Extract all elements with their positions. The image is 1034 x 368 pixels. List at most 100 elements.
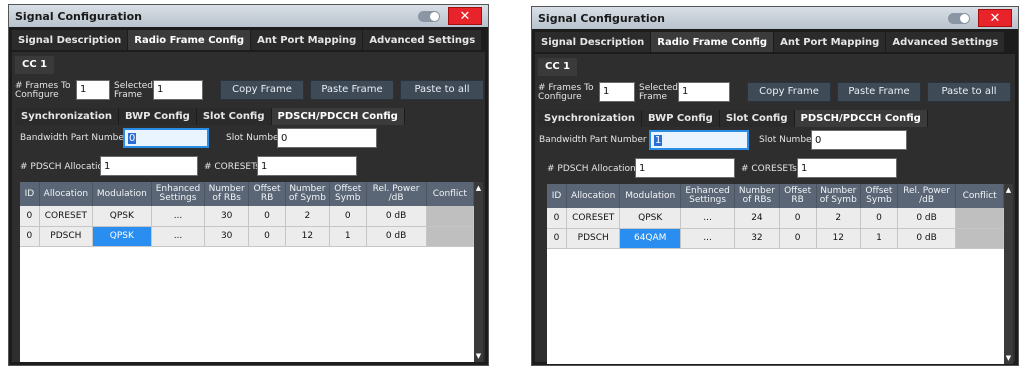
cell-modulation[interactable]: QPSK — [619, 208, 682, 229]
pdsch-allocations-input[interactable]: 1 — [100, 156, 198, 176]
col-modulation: Modulation — [619, 184, 682, 208]
col-offset-symb: Offset Symb — [329, 182, 367, 206]
table-row[interactable]: 0 PDSCH 64QAM ... 32 0 12 1 0 dB — [547, 228, 1004, 249]
coresets-input[interactable]: 1 — [797, 158, 897, 178]
col-offset-rb: Offset RB — [248, 182, 286, 206]
cell-offset-symb[interactable]: 0 — [860, 208, 898, 229]
cell-allocation[interactable]: CORESET — [39, 206, 93, 227]
tab-cc1[interactable]: CC 1 — [538, 57, 578, 76]
bwp-number-input[interactable]: 1 — [649, 130, 749, 150]
tab-signal-description[interactable]: Signal Description — [12, 30, 129, 50]
cell-allocation[interactable]: CORESET — [566, 208, 621, 229]
tab-slot-config[interactable]: Slot Config — [719, 110, 795, 127]
slot-number-input[interactable]: 0 — [811, 130, 907, 150]
table-row[interactable]: 0 CORESET QPSK ... 30 0 2 0 0 dB — [20, 206, 475, 227]
cell-modulation[interactable]: QPSK — [92, 206, 152, 227]
toggle-icon[interactable] — [948, 13, 970, 24]
col-rel-power: Rel. Power /dB — [897, 184, 957, 208]
cell-offset-rb[interactable]: 0 — [779, 208, 817, 229]
pdsch-allocations-label: # PDSCH Allocations — [547, 164, 641, 174]
cell-number-of-symb[interactable]: 2 — [285, 206, 331, 227]
tab-radio-frame-config[interactable]: Radio Frame Config — [651, 32, 775, 52]
table-header: ID Allocation Modulation Enhanced Settin… — [547, 184, 1004, 208]
cell-allocation[interactable]: PDSCH — [39, 226, 93, 247]
cell-offset-symb[interactable]: 1 — [860, 228, 898, 249]
cell-enhanced-settings[interactable]: ... — [680, 228, 736, 249]
tab-ant-port-mapping[interactable]: Ant Port Mapping — [251, 30, 364, 50]
cell-modulation[interactable]: QPSK — [92, 226, 152, 247]
col-allocation: Allocation — [566, 184, 621, 208]
cell-number-of-symb[interactable]: 2 — [816, 208, 862, 229]
cell-offset-symb[interactable]: 0 — [329, 206, 367, 227]
tab-cc1[interactable]: CC 1 — [15, 55, 55, 74]
tab-signal-description[interactable]: Signal Description — [535, 32, 652, 52]
tab-bwp-config[interactable]: BWP Config — [119, 108, 197, 125]
copy-frame-button[interactable]: Copy Frame — [220, 79, 304, 100]
cell-number-of-rbs[interactable]: 32 — [734, 228, 780, 249]
cell-allocation[interactable]: PDSCH — [566, 228, 621, 249]
scroll-up-icon[interactable]: ▲ — [1004, 184, 1013, 196]
cell-number-of-rbs[interactable]: 30 — [204, 226, 250, 247]
title-bar: Signal Configuration ✕ — [9, 5, 488, 27]
allocation-table: ID Allocation Modulation Enhanced Settin… — [20, 182, 483, 362]
tab-advanced-settings[interactable]: Advanced Settings — [363, 30, 483, 50]
cell-offset-rb[interactable]: 0 — [779, 228, 817, 249]
col-modulation: Modulation — [92, 182, 152, 206]
cell-offset-rb[interactable]: 0 — [248, 226, 286, 247]
paste-to-all-button[interactable]: Paste to all — [400, 79, 484, 100]
close-button[interactable]: ✕ — [978, 9, 1012, 27]
scroll-up-icon[interactable]: ▲ — [474, 182, 483, 194]
slot-number-input[interactable]: 0 — [277, 128, 377, 148]
tab-synchronization[interactable]: Synchronization — [15, 108, 120, 125]
cell-offset-rb[interactable]: 0 — [248, 206, 286, 227]
tab-synchronization[interactable]: Synchronization — [538, 110, 643, 127]
table-row[interactable]: 0 CORESET QPSK ... 24 0 2 0 0 dB — [547, 208, 1004, 229]
scroll-down-icon[interactable]: ▼ — [474, 350, 483, 362]
scroll-down-icon[interactable]: ▼ — [1004, 352, 1013, 364]
tab-advanced-settings[interactable]: Advanced Settings — [886, 32, 1006, 52]
frames-to-configure-input[interactable]: 1 — [599, 81, 635, 102]
toggle-icon[interactable] — [418, 11, 440, 22]
frames-row: # Frames To Configure 1 Selected Frame 1… — [12, 77, 485, 103]
col-id: ID — [547, 184, 567, 208]
table-scrollbar[interactable]: ▲ ▼ — [474, 182, 483, 362]
paste-frame-button[interactable]: Paste Frame — [837, 81, 921, 102]
cell-enhanced-settings[interactable]: ... — [680, 208, 736, 229]
tab-pdsch-pdcch-config[interactable]: PDSCH/PDCCH Config — [794, 110, 928, 127]
paste-to-all-button[interactable]: Paste to all — [927, 81, 1011, 102]
cell-rel-power[interactable]: 0 dB — [366, 226, 427, 247]
selected-frame-input[interactable]: 1 — [153, 79, 203, 100]
coresets-input[interactable]: 1 — [257, 156, 357, 176]
sub-tabs: Synchronization BWP Config Slot Config P… — [538, 110, 928, 127]
cell-offset-symb[interactable]: 1 — [329, 226, 367, 247]
sub-tabs: Synchronization BWP Config Slot Config P… — [15, 108, 405, 125]
title-bar: Signal Configuration ✕ — [532, 7, 1018, 29]
col-conflict: Conflict — [955, 184, 1004, 208]
close-icon: ✕ — [459, 8, 471, 24]
table-scrollbar[interactable]: ▲ ▼ — [1004, 184, 1013, 364]
col-enhanced-settings: Enhanced Settings — [680, 184, 736, 208]
cell-enhanced-settings[interactable]: ... — [151, 206, 206, 227]
cell-number-of-rbs[interactable]: 24 — [734, 208, 780, 229]
pdsch-allocations-input[interactable]: 1 — [635, 158, 735, 178]
tab-pdsch-pdcch-config[interactable]: PDSCH/PDCCH Config — [271, 108, 405, 125]
cell-rel-power[interactable]: 0 dB — [897, 208, 957, 229]
tab-ant-port-mapping[interactable]: Ant Port Mapping — [774, 32, 887, 52]
frames-to-configure-input[interactable]: 1 — [76, 79, 110, 100]
cell-modulation[interactable]: 64QAM — [619, 228, 682, 249]
cell-number-of-rbs[interactable]: 30 — [204, 206, 250, 227]
tab-bwp-config[interactable]: BWP Config — [642, 110, 720, 127]
tab-radio-frame-config[interactable]: Radio Frame Config — [128, 30, 252, 50]
tab-slot-config[interactable]: Slot Config — [196, 108, 272, 125]
cell-number-of-symb[interactable]: 12 — [285, 226, 331, 247]
selected-frame-input[interactable]: 1 — [678, 81, 730, 102]
cell-rel-power[interactable]: 0 dB — [897, 228, 957, 249]
cell-rel-power[interactable]: 0 dB — [366, 206, 427, 227]
bwp-number-input[interactable]: 0 — [123, 128, 209, 148]
close-button[interactable]: ✕ — [448, 7, 482, 25]
cell-number-of-symb[interactable]: 12 — [816, 228, 862, 249]
paste-frame-button[interactable]: Paste Frame — [310, 79, 394, 100]
copy-frame-button[interactable]: Copy Frame — [747, 81, 831, 102]
cell-enhanced-settings[interactable]: ... — [151, 226, 206, 247]
table-row[interactable]: 0 PDSCH QPSK ... 30 0 12 1 0 dB — [20, 226, 475, 247]
